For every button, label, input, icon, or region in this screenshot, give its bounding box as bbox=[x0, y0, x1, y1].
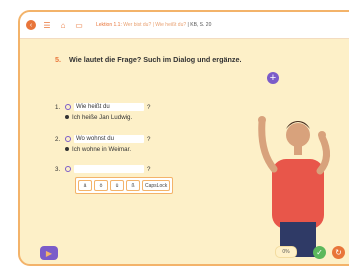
key-u-umlaut[interactable]: ü bbox=[110, 180, 124, 191]
item-number: 2. bbox=[55, 135, 61, 143]
breadcrumb-ref: | KB, S. 20 bbox=[187, 22, 212, 28]
dialog-answer: Ich heiße Jan Ludwig. bbox=[72, 113, 133, 121]
answer-input[interactable] bbox=[74, 165, 144, 173]
key-o-umlaut[interactable]: ö bbox=[94, 180, 108, 191]
breadcrumb: Lektion 1.1: Wer bist du? | Wie heißt du… bbox=[96, 22, 211, 28]
breadcrumb-lesson: Lektion 1.1: bbox=[96, 22, 122, 28]
back-icon[interactable]: ‹ bbox=[26, 20, 36, 30]
special-character-keyboard: ä ö ü ß CapsLock bbox=[75, 177, 174, 194]
list-item: 2. Wo wohnst du ? Ich wohne in Weimar. bbox=[55, 134, 150, 154]
top-bar: ‹ ☰ ⌂ ▭ Lektion 1.1: Wer bist du? | Wie … bbox=[20, 12, 349, 39]
question-marker bbox=[65, 166, 71, 172]
bottom-bar: ▶ 0% ✓ ↻ bbox=[20, 242, 349, 264]
answer-input[interactable]: Wie heißt du bbox=[74, 103, 144, 111]
list-item: 3. ? bbox=[55, 164, 150, 174]
video-icon[interactable]: ▶ bbox=[40, 246, 58, 260]
reload-icon[interactable]: ↻ bbox=[332, 246, 345, 259]
task-number: 5. bbox=[55, 55, 61, 64]
question-marker bbox=[65, 104, 71, 110]
student-photo bbox=[258, 116, 330, 257]
home-icon[interactable]: ⌂ bbox=[58, 20, 68, 30]
question-marker bbox=[65, 136, 71, 142]
book-icon[interactable]: ▭ bbox=[74, 20, 84, 30]
answer-input[interactable]: Wo wohnst du bbox=[74, 135, 144, 143]
list-item: 1. Wie heißt du ? Ich heiße Jan Ludwig. bbox=[55, 102, 150, 122]
question-mark: ? bbox=[147, 135, 151, 143]
answer-marker bbox=[65, 147, 69, 151]
key-eszett[interactable]: ß bbox=[126, 180, 140, 191]
key-capslock[interactable]: CapsLock bbox=[142, 180, 171, 191]
item-number: 1. bbox=[55, 103, 61, 111]
progress-badge: 0% bbox=[275, 246, 297, 258]
plus-icon[interactable]: + bbox=[267, 72, 279, 84]
dialog-answer: Ich wohne in Weimar. bbox=[72, 145, 132, 153]
menu-icon[interactable]: ☰ bbox=[42, 20, 52, 30]
task-heading: 5. Wie lautet die Frage? Such im Dialog … bbox=[55, 55, 241, 64]
question-mark: ? bbox=[147, 165, 151, 173]
question-mark: ? bbox=[147, 103, 151, 111]
answer-marker bbox=[65, 115, 69, 119]
task-instruction: Wie lautet die Frage? Such im Dialog und… bbox=[69, 55, 242, 64]
item-number: 3. bbox=[55, 165, 61, 173]
exercise-frame: ‹ ☰ ⌂ ▭ Lektion 1.1: Wer bist du? | Wie … bbox=[18, 10, 349, 266]
breadcrumb-title: Wer bist du? | Wie heißt du? bbox=[123, 22, 187, 28]
key-a-umlaut[interactable]: ä bbox=[78, 180, 92, 191]
check-icon[interactable]: ✓ bbox=[313, 246, 326, 259]
